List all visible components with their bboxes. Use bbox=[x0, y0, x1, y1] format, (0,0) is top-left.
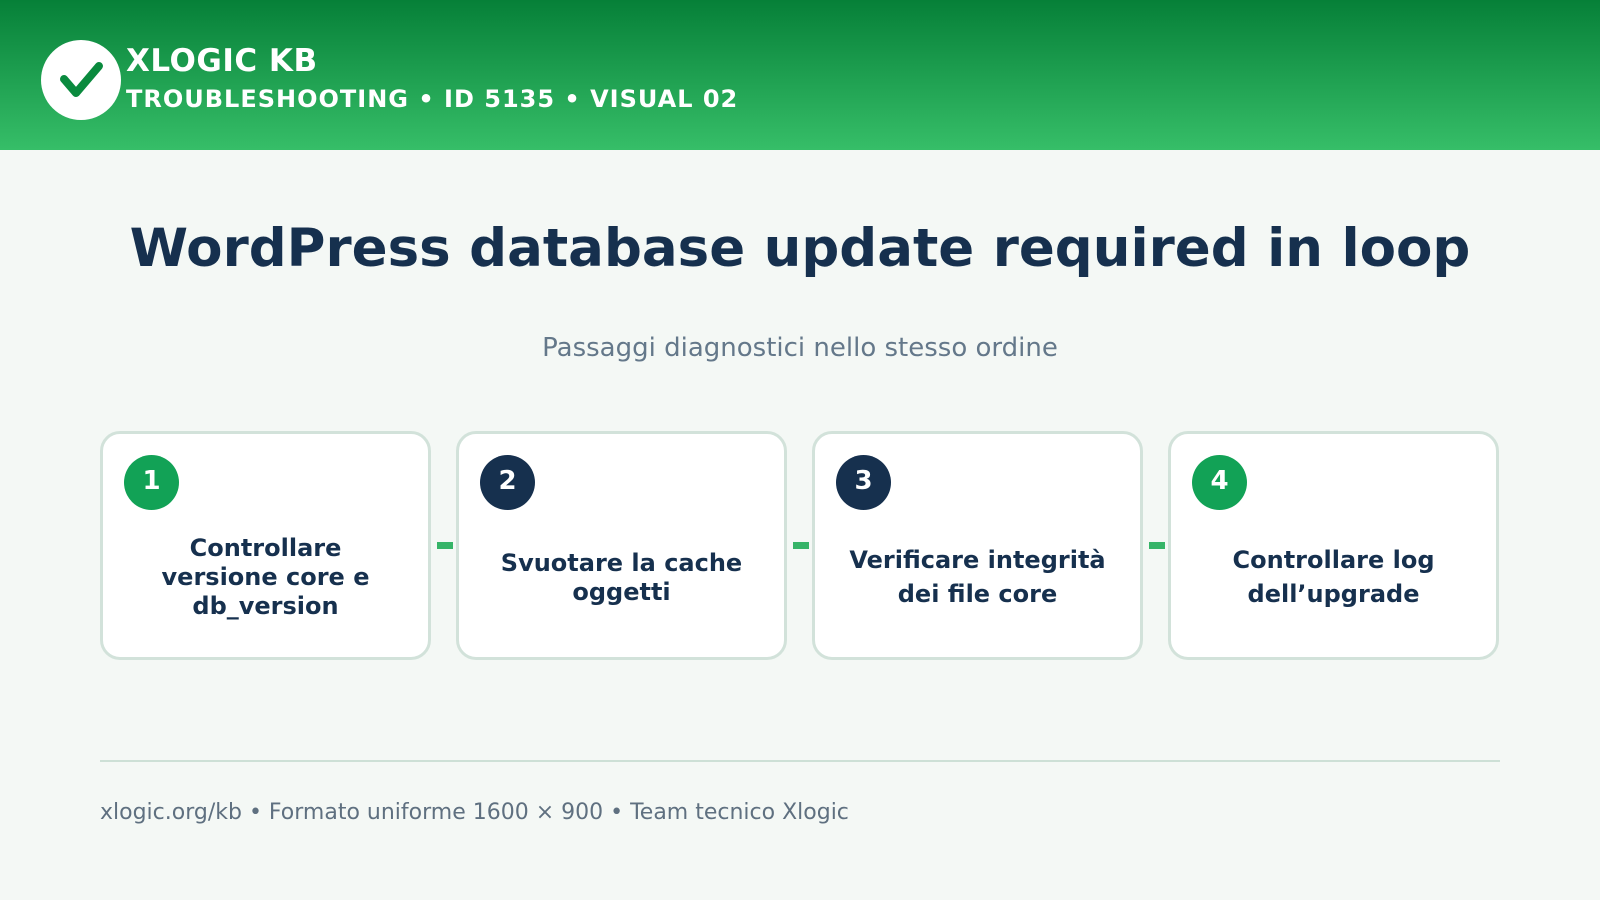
logo bbox=[41, 40, 121, 120]
step-label: Controllare log dell’upgrade bbox=[1232, 545, 1435, 608]
step-label: Svuotare la cache oggetti bbox=[500, 548, 743, 606]
step-number-badge: 3 bbox=[836, 455, 891, 510]
footer-text: xlogic.org/kb • Formato uniforme 1600 × … bbox=[100, 800, 849, 825]
check-icon bbox=[60, 62, 103, 97]
brand-name: XLOGIC KB bbox=[126, 43, 318, 79]
step-connector bbox=[1149, 542, 1165, 549]
step-connector bbox=[793, 542, 809, 549]
page-title: WordPress database update required in lo… bbox=[129, 218, 1471, 279]
step-card-1: 1 Controllare versione core e db_version bbox=[100, 431, 431, 660]
footer-divider bbox=[100, 760, 1500, 762]
article-meta: TROUBLESHOOTING • ID 5135 • VISUAL 02 bbox=[126, 85, 739, 113]
step-number-badge: 4 bbox=[1192, 455, 1247, 510]
step-label: Controllare versione core e db_version bbox=[161, 534, 370, 620]
step-card-2: 2 Svuotare la cache oggetti bbox=[456, 431, 787, 660]
step-card-3: 3 Verificare integrità dei file core bbox=[812, 431, 1143, 660]
step-connector bbox=[437, 542, 453, 549]
header-banner: XLOGIC KB TROUBLESHOOTING • ID 5135 • VI… bbox=[0, 0, 1600, 150]
step-label: Verificare integrità dei file core bbox=[849, 545, 1106, 608]
step-number-badge: 2 bbox=[480, 455, 535, 510]
step-card-4: 4 Controllare log dell’upgrade bbox=[1168, 431, 1499, 660]
page-subtitle: Passaggi diagnostici nello stesso ordine bbox=[542, 333, 1058, 363]
step-number-badge: 1 bbox=[124, 455, 179, 510]
